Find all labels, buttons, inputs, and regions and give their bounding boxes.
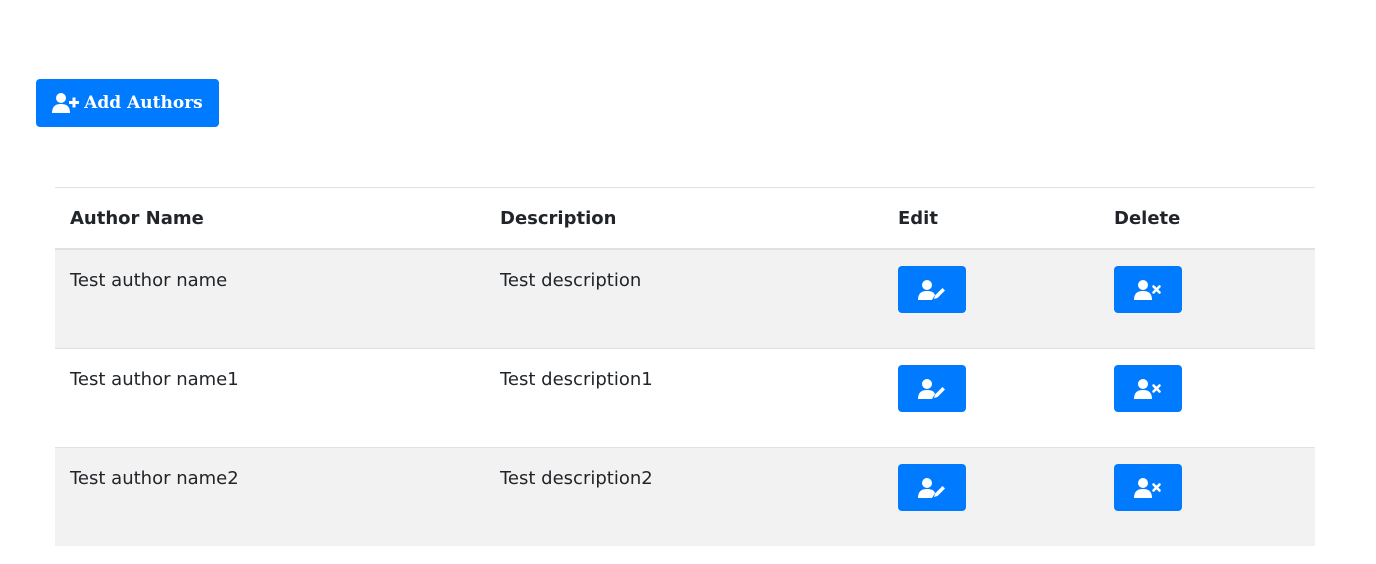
- author-name-cell: Test author name2: [70, 468, 239, 489]
- user-edit-icon: [918, 477, 946, 499]
- user-times-icon: [1134, 378, 1162, 400]
- delete-cell: [1099, 448, 1315, 547]
- table-row: Test author name2 Test description2: [55, 447, 1315, 547]
- table-row: Test author name1 Test description1: [55, 348, 1315, 448]
- header-edit: Edit: [898, 207, 938, 229]
- add-authors-label: Add Authors: [84, 93, 203, 113]
- description-cell: Test description: [500, 270, 642, 291]
- edit-cell: [883, 448, 1099, 547]
- header-description: Description: [500, 207, 617, 229]
- user-times-icon: [1134, 279, 1162, 301]
- authors-table-container: Author Name Description Edit Delete Test…: [55, 187, 1315, 546]
- add-authors-button[interactable]: Add Authors: [36, 79, 219, 127]
- description-cell: Test description1: [500, 369, 653, 390]
- header-author-name: Author Name: [70, 207, 204, 229]
- delete-author-button[interactable]: [1114, 464, 1182, 511]
- delete-cell: [1099, 349, 1315, 448]
- edit-author-button[interactable]: [898, 464, 966, 511]
- table-row: Test author name Test description: [55, 249, 1315, 349]
- delete-cell: [1099, 249, 1315, 349]
- user-edit-icon: [918, 279, 946, 301]
- edit-cell: [883, 349, 1099, 448]
- table-header-row: Author Name Description Edit Delete: [55, 187, 1315, 249]
- edit-cell: [883, 249, 1099, 349]
- user-plus-icon: [52, 92, 80, 114]
- author-name-cell: Test author name1: [70, 369, 239, 390]
- user-times-icon: [1134, 477, 1162, 499]
- header-delete: Delete: [1114, 207, 1181, 229]
- author-name-cell: Test author name: [70, 270, 228, 291]
- edit-author-button[interactable]: [898, 365, 966, 412]
- delete-author-button[interactable]: [1114, 266, 1182, 313]
- description-cell: Test description2: [500, 468, 653, 489]
- edit-author-button[interactable]: [898, 266, 966, 313]
- authors-table: Author Name Description Edit Delete Test…: [55, 187, 1315, 546]
- delete-author-button[interactable]: [1114, 365, 1182, 412]
- user-edit-icon: [918, 378, 946, 400]
